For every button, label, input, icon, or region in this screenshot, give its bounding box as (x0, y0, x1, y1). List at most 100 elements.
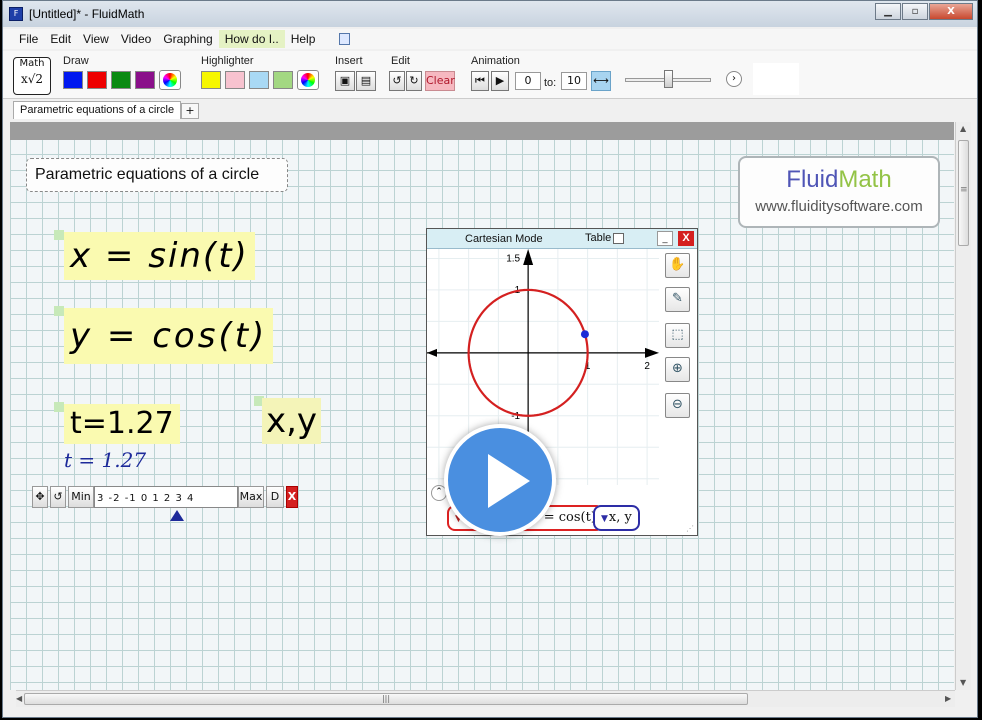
slider-ticks: 3 -2 -1 0 1 2 3 4 (97, 493, 195, 504)
move-handle-icon[interactable]: ✥ (32, 486, 48, 508)
animation-label: Animation (471, 55, 520, 67)
pencil-icon[interactable]: ✎ (665, 287, 690, 312)
page-title-box[interactable]: Parametric equations of a circle (26, 158, 288, 192)
toolbar-blank-area (753, 63, 799, 95)
zoom-in-icon[interactable]: ⊕ (665, 357, 690, 382)
menu-video[interactable]: Video (115, 30, 157, 48)
draw-color-blue[interactable] (63, 71, 83, 89)
reset-icon[interactable]: ↺ (50, 486, 66, 508)
point-label: x, y (608, 510, 632, 525)
current-point (580, 330, 589, 339)
document-icon[interactable] (339, 33, 351, 45)
pan-icon[interactable]: ✋ (665, 253, 690, 278)
play-triangle-icon (488, 454, 530, 508)
tab-parametric-circle[interactable]: Parametric equations of a circle (13, 101, 182, 119)
resize-grip-icon[interactable]: ⋰ (686, 524, 694, 533)
video-play-overlay[interactable] (444, 424, 556, 536)
ink-marker-icon (54, 306, 64, 316)
logo-url: www.fluiditysoftware.com (755, 198, 923, 215)
point-pill[interactable]: ▼x, y (593, 505, 640, 531)
slider-pointer-icon[interactable] (169, 510, 184, 521)
edit-label: Edit (391, 55, 410, 67)
y-tick-label: 1.5 (506, 253, 520, 264)
draw-color-red[interactable] (87, 71, 107, 89)
slider-d-button[interactable]: D (266, 486, 284, 508)
graph-close-button[interactable]: X (678, 231, 694, 246)
handwritten-t-value[interactable]: t=1.27 (64, 404, 180, 444)
fluidmath-logo: FluidMath www.fluiditysoftware.com (738, 156, 940, 228)
logo-name: FluidMath (740, 166, 938, 194)
sqrt-icon: x√2 (20, 72, 44, 86)
table-checkbox[interactable] (613, 232, 625, 244)
draw-color-wheel-icon[interactable] (159, 70, 181, 90)
slider-close-button[interactable]: X (286, 486, 298, 508)
y-tick-label: -1 (511, 411, 520, 422)
menu-graphing[interactable]: Graphing (157, 30, 218, 48)
horizontal-scroll-thumb[interactable]: ||| (24, 693, 748, 705)
dropdown-icon: ▼ (601, 514, 608, 524)
menu-help[interactable]: Help (285, 30, 322, 48)
table-toggle[interactable]: Table (585, 232, 625, 244)
canvas-header-bar (10, 122, 954, 140)
next-icon[interactable]: › (726, 71, 742, 87)
redo-icon[interactable]: ↻ (406, 71, 422, 91)
x-axis-arrow-icon (427, 348, 437, 357)
menu-how-do-i[interactable]: How do I.. (218, 30, 285, 48)
slider-max-button[interactable]: Max (238, 486, 264, 508)
title-bar[interactable]: F [Untitled]* - FluidMath ▁ ▫ X (3, 1, 977, 27)
insert-image-icon[interactable]: ▣ (335, 71, 355, 91)
highlighter-yellow[interactable] (201, 71, 221, 89)
vscroll-grip: ≡ (960, 185, 968, 195)
minimize-button[interactable]: ▁ (875, 3, 901, 20)
draw-label: Draw (63, 55, 89, 67)
maximize-button[interactable]: ▫ (902, 3, 928, 20)
tab-strip: Parametric equations of a circle + (3, 99, 977, 119)
highlighter-pink[interactable] (225, 71, 245, 89)
graph-title-bar[interactable]: Cartesian Mode Table _ X (427, 229, 697, 249)
menu-edit[interactable]: Edit (44, 30, 77, 48)
menu-file[interactable]: File (13, 30, 44, 48)
scroll-down-icon[interactable]: ▼ (960, 678, 966, 687)
ink-canvas[interactable]: Parametric equations of a circle x = sin… (10, 122, 954, 690)
close-window-button[interactable]: X (929, 3, 973, 20)
clear-button[interactable]: Clear (425, 71, 455, 91)
ribbon-toolbar: Math x√2 Draw Highlighter Insert ▣ ▤ Edi… (3, 51, 977, 99)
draw-color-purple[interactable] (135, 71, 155, 89)
insert-label: Insert (335, 55, 363, 67)
graph-mode-label: Cartesian Mode (465, 233, 543, 245)
add-tab-button[interactable]: + (181, 103, 199, 119)
math-mode-button[interactable]: Math x√2 (13, 57, 51, 95)
y-axis-arrow-icon (523, 249, 534, 265)
scroll-up-icon[interactable]: ▲ (960, 124, 966, 133)
highlighter-blue[interactable] (249, 71, 269, 89)
highlighter-color-wheel-icon[interactable] (297, 70, 319, 90)
menu-view[interactable]: View (77, 30, 115, 48)
slider-min-button[interactable]: Min (68, 486, 94, 508)
anim-end-field[interactable]: 10 (561, 72, 587, 90)
window-controls: ▁ ▫ X (874, 3, 973, 20)
table-label: Table (585, 232, 612, 244)
anim-start-field[interactable]: 0 (515, 72, 541, 90)
slider-ruler[interactable]: 3 -2 -1 0 1 2 3 4 (94, 486, 238, 508)
zoom-box-icon[interactable]: ⬚ (665, 323, 690, 348)
handwritten-y-equation[interactable]: y = cos(t) (64, 308, 274, 364)
ink-marker-icon (54, 402, 64, 412)
scroll-left-icon[interactable]: ◀ (16, 694, 22, 703)
rewind-icon[interactable]: ⏮ (471, 71, 489, 91)
vertical-scroll-thumb[interactable]: ≡ (958, 140, 969, 246)
handwritten-x-equation[interactable]: x = sin(t) (64, 232, 255, 280)
horizontal-scrollbar[interactable]: ◀ ||| ▶ (16, 690, 955, 707)
window-title: [Untitled]* - FluidMath (29, 7, 145, 21)
graph-minimize-button[interactable]: _ (657, 231, 673, 246)
play-icon[interactable]: ▶ (491, 71, 509, 91)
scroll-right-icon[interactable]: ▶ (945, 694, 951, 703)
vertical-scrollbar[interactable]: ▲ ≡ ▼ (955, 122, 971, 690)
zoom-out-icon[interactable]: ⊖ (665, 393, 690, 418)
draw-color-green[interactable] (111, 71, 131, 89)
insert-graph-icon[interactable]: ▤ (356, 71, 376, 91)
anim-speed-thumb[interactable] (664, 70, 673, 88)
undo-icon[interactable]: ↺ (389, 71, 405, 91)
highlighter-green[interactable] (273, 71, 293, 89)
loop-icon[interactable]: ⟷ (591, 71, 611, 91)
handwritten-xy-point[interactable]: x,y (262, 398, 322, 444)
